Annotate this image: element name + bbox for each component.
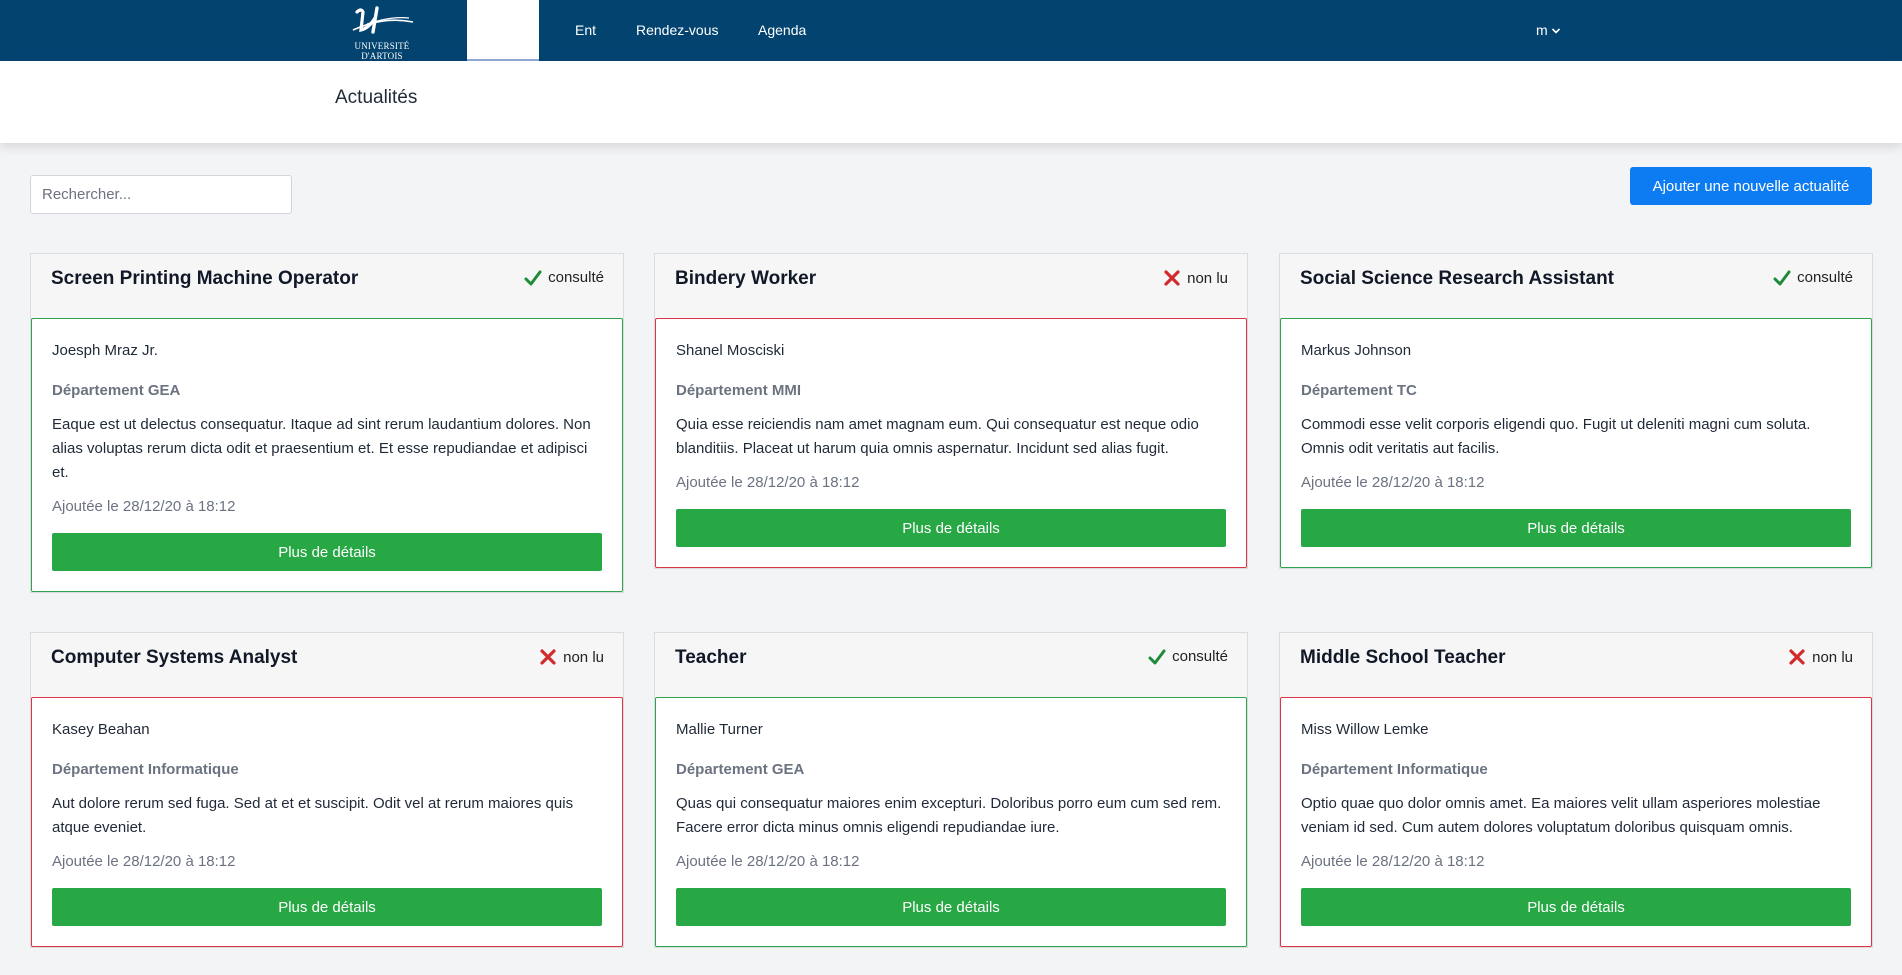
card-author: Mallie Turner [676,721,763,738]
page-title: Actualités [335,87,418,108]
add-news-button[interactable]: Ajouter une nouvelle actualité [1630,167,1872,205]
status-badge: consulté [1773,269,1853,286]
card-body: Shanel Mosciski Département MMI Quia ess… [655,318,1247,568]
card-date: Ajoutée le 28/12/20 à 18:12 [676,853,860,870]
check-icon [524,270,542,285]
card-title: Screen Printing Machine Operator [51,268,359,289]
card-body: Mallie Turner Département GEA Quas qui c… [655,697,1247,947]
card-author: Kasey Beahan [52,721,150,738]
card-content: Quas qui consequatur maiores enim except… [676,795,1222,836]
card-title: Teacher [675,647,747,668]
card-department: Département TC [1301,382,1417,399]
cross-icon [540,649,556,665]
status-label: non lu [1812,648,1853,666]
news-card: Bindery Worker non lu Shanel Mosciski Dé… [654,253,1248,569]
status-label: consulté [548,269,604,286]
card-date: Ajoutée le 28/12/20 à 18:12 [52,853,236,870]
card-title: Bindery Worker [675,268,817,289]
status-badge: non lu [1788,648,1853,666]
card-header: Computer Systems Analyst non lu [31,633,623,697]
card-content: Aut dolore rerum sed fuga. Sed at et et … [52,795,574,836]
nav-item-ent[interactable]: Ent [575,0,596,61]
card-content: Commodi esse velit corporis eligendi quo… [1301,416,1811,457]
card-department: Département GEA [676,761,805,778]
details-button[interactable]: Plus de détails [676,509,1226,547]
card-department: Département MMI [676,382,802,399]
top-navbar: UNIVERSITÉ D'ARTOIS Accueil Ent Rendez-v… [0,0,1902,61]
page-header: Actualités [0,61,1902,143]
news-card: Computer Systems Analyst non lu Kasey Be… [30,632,624,948]
status-badge: consulté [1148,648,1228,665]
card-content: Optio quae quo dolor omnis amet. Ea maio… [1301,795,1821,836]
card-author: Shanel Mosciski [676,342,785,359]
status-label: consulté [1172,648,1228,665]
logo-mark-icon [352,6,414,34]
card-date: Ajoutée le 28/12/20 à 18:12 [1301,474,1485,491]
card-body: Joesph Mraz Jr. Département GEA Eaque es… [31,318,623,592]
card-header: Teacher consulté [655,633,1247,697]
details-button[interactable]: Plus de détails [52,533,602,571]
card-department: Département GEA [52,382,181,399]
card-department: Département Informatique [52,761,239,778]
status-label: non lu [1187,269,1228,287]
nav-item-agenda[interactable]: Agenda [758,0,806,61]
status-badge: non lu [539,648,604,666]
card-content: Eaque est ut delectus consequatur. Itaqu… [52,416,591,481]
news-card: Screen Printing Machine Operator consult… [30,253,624,593]
card-author: Miss Willow Lemke [1301,721,1429,738]
card-body: Miss Willow Lemke Département Informatiq… [1280,697,1872,947]
cross-icon [1789,649,1805,665]
nav-item-accueil[interactable]: Accueil [467,0,539,61]
user-name: m [1536,22,1548,38]
card-department: Département Informatique [1301,761,1488,778]
details-button[interactable]: Plus de détails [1301,888,1851,926]
card-title: Social Science Research Assistant [1300,268,1615,289]
card-body: Kasey Beahan Département Informatique Au… [31,697,623,947]
logo-text: UNIVERSITÉ D'ARTOIS [354,41,410,61]
user-menu[interactable]: m [1536,0,1561,61]
university-logo[interactable]: UNIVERSITÉ D'ARTOIS [334,2,430,61]
card-body: Markus Johnson Département TC Commodi es… [1280,318,1872,568]
card-header: Middle School Teacher non lu [1280,633,1872,697]
news-card: Middle School Teacher non lu Miss Willow… [1279,632,1873,948]
card-date: Ajoutée le 28/12/20 à 18:12 [1301,853,1485,870]
news-card: Social Science Research Assistant consul… [1279,253,1873,569]
check-icon [1773,270,1791,285]
cross-icon [1164,270,1180,286]
nav-item-rendez-vous[interactable]: Rendez-vous [636,0,719,61]
card-title: Middle School Teacher [1300,647,1506,668]
card-header: Screen Printing Machine Operator consult… [31,254,623,318]
details-button[interactable]: Plus de détails [52,888,602,926]
card-author: Markus Johnson [1301,342,1412,359]
card-date: Ajoutée le 28/12/20 à 18:12 [676,474,860,491]
details-button[interactable]: Plus de détails [676,888,1226,926]
status-badge: non lu [1163,269,1228,287]
card-title: Computer Systems Analyst [51,647,298,668]
chevron-down-icon [1551,28,1560,34]
details-button[interactable]: Plus de détails [1301,509,1851,547]
news-card: Teacher consulté Mallie Turner Départeme… [654,632,1248,948]
card-header: Social Science Research Assistant consul… [1280,254,1872,318]
search-input[interactable] [30,175,292,214]
check-icon [1148,649,1166,664]
card-content: Quia esse reiciendis nam amet magnam eum… [676,416,1199,457]
card-header: Bindery Worker non lu [655,254,1247,318]
card-author: Joesph Mraz Jr. [52,342,158,359]
status-label: consulté [1797,269,1853,286]
card-date: Ajoutée le 28/12/20 à 18:12 [52,498,236,515]
status-label: non lu [563,648,604,666]
status-badge: consulté [524,269,604,286]
